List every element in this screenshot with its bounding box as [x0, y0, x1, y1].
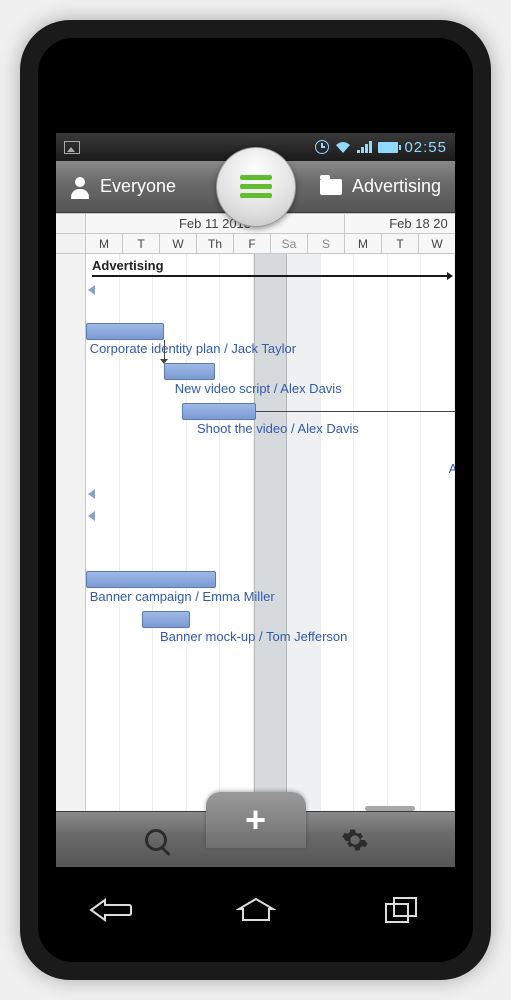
spacer-row	[86, 549, 455, 571]
week-label: Feb 11 2013	[86, 214, 345, 233]
cell-signal-icon	[357, 141, 372, 153]
header-right-label: Advertising	[352, 176, 441, 197]
day-label: T	[382, 234, 419, 253]
task-bar[interactable]	[164, 363, 216, 380]
timeline-gutter	[56, 234, 86, 253]
phone-inner: 02:55 Everyone Advertising	[38, 38, 473, 962]
week-label: Feb 18 20	[345, 214, 455, 233]
task-row[interactable]: Banner mock-up / Tom Jefferson	[86, 611, 455, 651]
collapse-icon[interactable]	[88, 489, 95, 499]
task-label: Banner mock-up / Tom Jefferson	[160, 629, 347, 644]
menu-icon-bar	[240, 193, 272, 198]
timeline-gutter	[56, 214, 86, 233]
task-bar[interactable]	[86, 323, 164, 340]
gantt-body[interactable]: Advertising Corporate identity plan / Ja…	[56, 254, 455, 811]
folder-icon	[320, 179, 342, 195]
collapse-icon[interactable]	[88, 511, 95, 521]
phone-frame: 02:55 Everyone Advertising	[20, 20, 491, 980]
status-clock: 02:55	[404, 139, 447, 156]
spacer-row	[86, 527, 455, 549]
task-row[interactable]: Corporate identity plan / Jack Taylor	[86, 323, 455, 363]
task-label: New video script / Alex Davis	[175, 381, 342, 396]
spacer-row	[86, 505, 455, 527]
spacer-row	[86, 483, 455, 505]
task-row[interactable]: New video script / Alex Davis	[86, 363, 455, 403]
collapse-icon[interactable]	[88, 285, 95, 295]
task-label: Banner campaign / Emma Miller	[90, 589, 275, 604]
day-label: Sa	[271, 234, 308, 253]
bottom-toolbar: +	[56, 811, 455, 867]
recent-apps-button[interactable]	[371, 892, 431, 928]
day-label: Th	[197, 234, 234, 253]
scrollbar-thumb[interactable]	[365, 806, 415, 811]
day-label: W	[419, 234, 455, 253]
spacer-row	[86, 279, 455, 301]
menu-icon-bar	[240, 175, 272, 180]
day-label: W	[160, 234, 197, 253]
status-left	[64, 141, 80, 154]
group-title: Advertising	[92, 258, 164, 273]
plus-icon: +	[245, 802, 266, 838]
task-row[interactable]: Shoot the video / Alex Davis	[86, 403, 455, 443]
android-nav-bar	[38, 882, 473, 937]
day-label: M	[86, 234, 123, 253]
home-icon	[236, 897, 276, 923]
app-header: Everyone Advertising	[56, 161, 455, 213]
task-bar[interactable]	[86, 571, 216, 588]
task-row[interactable]: Annual Con	[86, 443, 455, 483]
settings-button[interactable]	[315, 826, 395, 854]
home-button[interactable]	[226, 892, 286, 928]
back-button[interactable]	[81, 892, 141, 928]
menu-icon-bar	[240, 184, 272, 189]
gear-icon	[341, 826, 369, 854]
dependency-line	[256, 411, 455, 412]
day-label: F	[234, 234, 271, 253]
app-screen: 02:55 Everyone Advertising	[56, 133, 455, 867]
spacer-row	[86, 301, 455, 323]
task-label: Annual Con	[449, 461, 455, 476]
recent-apps-icon	[384, 896, 418, 924]
timeline-day-row: MTWThFSaSMTWTh	[56, 234, 455, 254]
wifi-icon	[335, 141, 351, 153]
task-bar[interactable]	[142, 611, 190, 628]
task-label: Shoot the video / Alex Davis	[197, 421, 359, 436]
day-label: T	[123, 234, 160, 253]
day-label: S	[308, 234, 345, 253]
search-button[interactable]	[116, 829, 196, 851]
header-left-label: Everyone	[100, 176, 176, 197]
gantt-gutter	[56, 254, 86, 811]
menu-button[interactable]	[216, 147, 296, 227]
day-label: M	[345, 234, 382, 253]
search-icon	[145, 829, 167, 851]
task-bar[interactable]	[182, 403, 256, 420]
task-label: Corporate identity plan / Jack Taylor	[90, 341, 296, 356]
group-underline	[92, 275, 449, 277]
image-notification-icon	[64, 141, 80, 154]
group-header[interactable]: Advertising	[86, 254, 455, 275]
alarm-icon	[315, 140, 329, 154]
battery-icon	[378, 142, 398, 153]
task-row[interactable]: Banner campaign / Emma Miller	[86, 571, 455, 611]
back-icon	[89, 898, 133, 922]
add-button[interactable]: +	[206, 792, 306, 848]
person-icon	[70, 177, 90, 197]
